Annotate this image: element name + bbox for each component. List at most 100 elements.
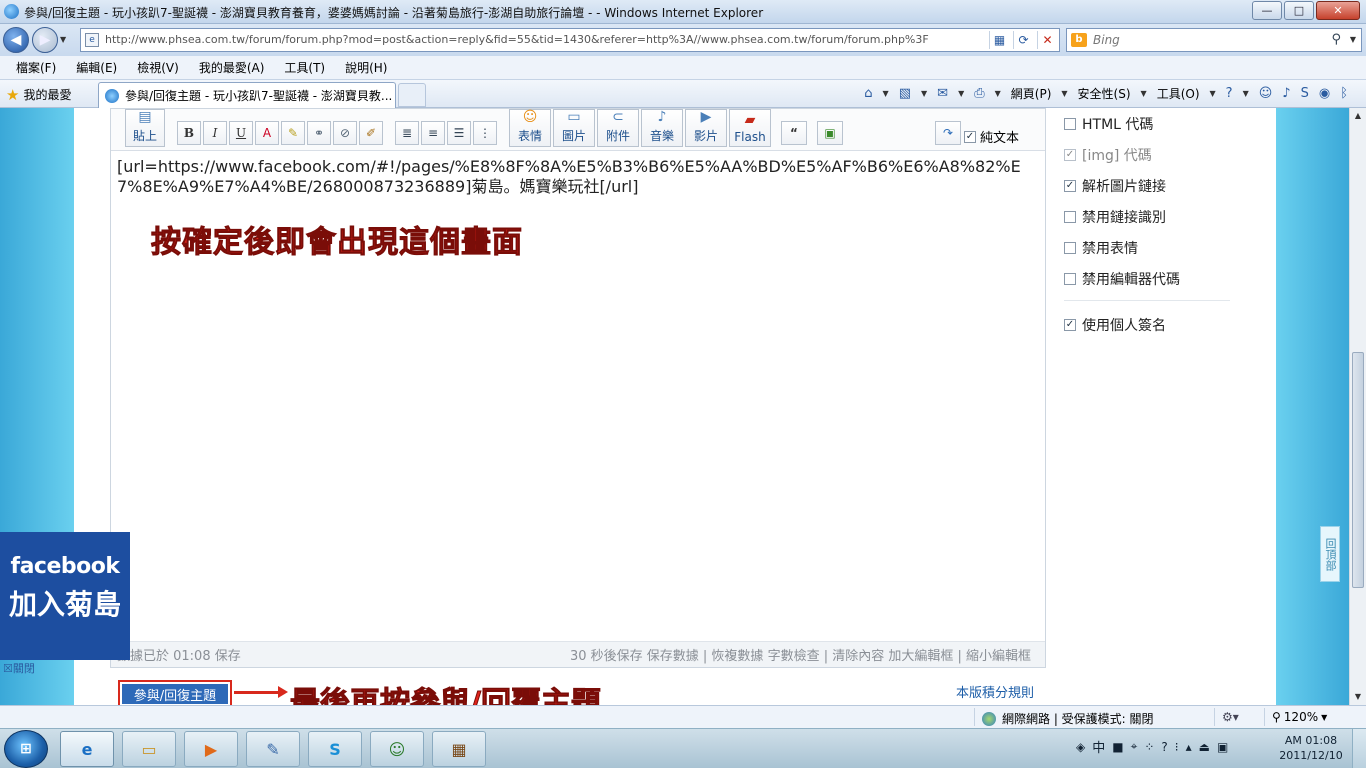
feeds-dropdown[interactable]: ▼ [921, 89, 927, 98]
unlink-icon[interactable]: ⊘ [333, 121, 357, 145]
show-desktop-button[interactable] [1352, 729, 1366, 768]
taskbar-ie[interactable]: e [60, 731, 114, 767]
option-html-code-checkbox[interactable] [1064, 117, 1076, 130]
attach-button[interactable]: ⊂ 附件 [597, 109, 639, 147]
print-dropdown[interactable]: ▼ [995, 89, 1001, 98]
option-disable-link-detection[interactable]: 禁用鏈接識別 [1064, 201, 1234, 232]
back-to-top-button[interactable]: 回頂部 [1320, 526, 1340, 582]
recent-pages-dropdown[interactable]: ▼ [60, 35, 66, 44]
address-bar[interactable]: e http://www.phsea.com.tw/forum/forum.ph… [80, 28, 1060, 52]
show-hidden-icons[interactable]: ▴ [1186, 740, 1192, 754]
flash-button[interactable]: ▰ Flash [729, 109, 771, 147]
safely-remove-icon[interactable]: ⏏ [1199, 740, 1210, 754]
home-icon[interactable]: ⌂ [864, 86, 872, 101]
ime-help-icon[interactable]: ? [1161, 740, 1167, 754]
plaintext-toggle[interactable]: ✓ 純文本 [964, 127, 1019, 146]
messenger-icon[interactable]: ☺ [1259, 86, 1273, 101]
italic-button[interactable]: I [203, 121, 227, 145]
link-icon[interactable]: ⚭ [307, 121, 331, 145]
editor-content[interactable]: [url=https://www.facebook.com/#!/pages/%… [117, 157, 1039, 197]
font-color-button[interactable]: A [255, 121, 279, 145]
search-icon[interactable]: ⚲ [1331, 32, 1341, 47]
option-disable-editor-code-checkbox[interactable] [1064, 272, 1076, 285]
menu-view[interactable]: 檢視(V) [133, 59, 183, 76]
help-icon[interactable]: ? [1226, 86, 1233, 101]
refresh-icon[interactable]: ⟳ [1013, 31, 1033, 49]
ime-settings-icon[interactable]: ⁘ [1144, 740, 1154, 754]
feeds-icon[interactable]: ▧ [899, 86, 911, 101]
music-addon-icon[interactable]: ♪ [1282, 86, 1290, 101]
search-box[interactable]: b Bing ⚲ ▼ [1066, 28, 1362, 52]
url-text[interactable]: http://www.phsea.com.tw/forum/forum.php?… [105, 33, 965, 46]
taskbar-messenger[interactable]: ☺ [370, 731, 424, 767]
align-center-icon[interactable]: ≡ [421, 121, 445, 145]
insert-template-icon[interactable]: ▣ [817, 121, 843, 145]
bluetooth-icon[interactable]: ᛒ [1340, 86, 1348, 101]
facebook-widget-close[interactable]: ☒關閉 [3, 660, 35, 676]
scroll-up-arrow-icon[interactable]: ▲ [1350, 108, 1366, 124]
input-language[interactable]: 中 [1092, 737, 1105, 756]
taskbar-skype[interactable]: S [308, 731, 362, 767]
menu-file[interactable]: 檔案(F) [12, 59, 60, 76]
option-parse-image-links[interactable]: ✓ 解析圖片鏈接 [1064, 170, 1234, 201]
editor-actions[interactable]: 30 秒後保存 保存數據 | 恢複數據 字數檢查 | 清除內容 加大編輯框 | … [570, 645, 1031, 664]
vertical-scrollbar[interactable]: ▲ ▼ [1349, 108, 1366, 705]
skype-addon-icon[interactable]: S [1301, 86, 1309, 101]
security-zone[interactable]: 網際網路 | 受保護模式: 關閉 [982, 710, 1154, 727]
taskbar-explorer[interactable]: ▭ [122, 731, 176, 767]
quote-button[interactable]: “ [781, 121, 807, 145]
page-menu[interactable]: 網頁(P) [1011, 85, 1052, 102]
option-html-code[interactable]: HTML 代碼 [1064, 108, 1234, 139]
research-addon-icon[interactable]: ◉ [1319, 86, 1330, 101]
mail-icon[interactable]: ✉ [937, 86, 948, 101]
taskbar-media-player[interactable]: ▶ [184, 731, 238, 767]
ordered-list-icon[interactable]: ☰ [447, 121, 471, 145]
close-button[interactable]: ✕ [1316, 1, 1360, 20]
menu-favorites[interactable]: 我的最愛(A) [195, 59, 269, 76]
clear-format-icon[interactable]: ✐ [359, 121, 383, 145]
option-use-signature[interactable]: ✓ 使用個人簽名 [1064, 309, 1234, 340]
compatibility-view-icon[interactable]: ▦ [989, 31, 1009, 49]
facebook-widget[interactable]: facebook 加入菊島 [0, 532, 130, 660]
bold-button[interactable]: B [177, 121, 201, 145]
ime-icon[interactable]: ◈ [1076, 740, 1085, 754]
plaintext-checkbox[interactable]: ✓ [964, 130, 976, 143]
protected-mode-icon[interactable]: ⚙▾ [1222, 710, 1239, 724]
image-button[interactable]: ▭ 圖片 [553, 109, 595, 147]
start-button[interactable]: ⊞ [4, 730, 48, 768]
network-icon[interactable]: ▣ [1217, 740, 1228, 754]
scroll-down-arrow-icon[interactable]: ▼ [1350, 689, 1366, 705]
print-icon[interactable]: ⎙ [974, 86, 984, 101]
spellcheck-icon[interactable]: ✎ [281, 121, 305, 145]
minimize-button[interactable]: — [1252, 1, 1282, 20]
favorites-button[interactable]: ★ 我的最愛 [6, 86, 71, 103]
scrollbar-thumb[interactable] [1352, 352, 1364, 588]
maximize-button[interactable]: □ [1284, 1, 1314, 20]
forward-button[interactable]: ▶ [32, 27, 58, 53]
back-button[interactable]: ◀ [3, 27, 29, 53]
home-dropdown[interactable]: ▼ [883, 89, 889, 98]
music-button[interactable]: ♪ 音樂 [641, 109, 683, 147]
paste-button[interactable]: ▤ 貼上 [125, 109, 165, 147]
forum-rules-link[interactable]: 本版積分規則 [956, 682, 1034, 701]
tools-menu[interactable]: 工具(O) [1157, 85, 1200, 102]
help-dropdown[interactable]: ▼ [1243, 89, 1249, 98]
option-disable-link-detection-checkbox[interactable] [1064, 210, 1076, 223]
taskbar-movie-maker[interactable]: ▦ [432, 731, 486, 767]
taskbar-paint[interactable]: ✎ [246, 731, 300, 767]
stop-icon[interactable]: ✕ [1037, 31, 1057, 49]
browser-tab[interactable]: 參與/回復主題 - 玩小孩趴7-聖誕襪 - 澎湖寶貝教... [98, 82, 396, 108]
option-disable-smilies-checkbox[interactable] [1064, 241, 1076, 254]
option-disable-smilies[interactable]: 禁用表情 [1064, 232, 1234, 263]
new-tab-button[interactable] [398, 83, 426, 107]
reply-submit-button[interactable]: 參與/回復主題 [118, 680, 232, 705]
option-use-signature-checkbox[interactable]: ✓ [1064, 318, 1076, 331]
redo-icon[interactable]: ↷ [935, 121, 961, 145]
unordered-list-icon[interactable]: ⋮ [473, 121, 497, 145]
safety-menu[interactable]: 安全性(S) [1078, 85, 1131, 102]
align-left-icon[interactable]: ≣ [395, 121, 419, 145]
system-clock[interactable]: AM 01:08 2011/12/10 [1276, 733, 1346, 763]
ime-options-icon[interactable]: ⁝ [1175, 740, 1179, 754]
option-parse-image-links-checkbox[interactable]: ✓ [1064, 179, 1076, 192]
smilies-button[interactable]: ☺ 表情 [509, 109, 551, 147]
